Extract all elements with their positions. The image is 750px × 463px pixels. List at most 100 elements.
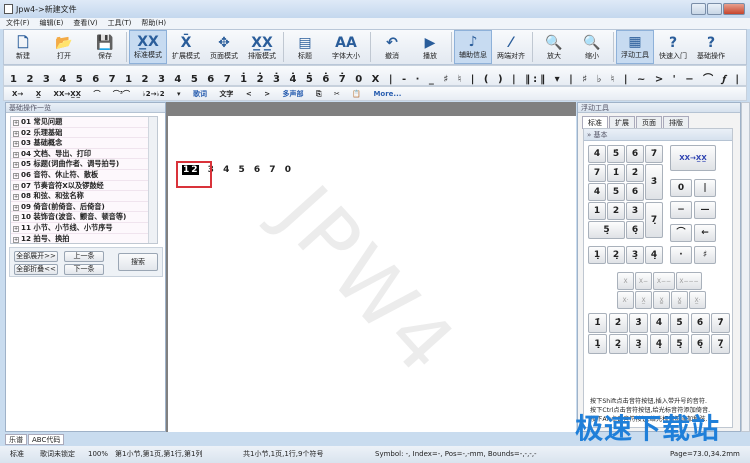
expand-icon[interactable]: + [13, 236, 19, 243]
expand-icon[interactable]: + [13, 215, 19, 222]
tree-item[interactable]: +04 文档、导出、打印 [11, 148, 157, 160]
keypad-key[interactable]: 4̇̇ [649, 313, 669, 333]
aux-info-button[interactable]: ♪ 辅助信息 [454, 30, 492, 64]
keypad-key[interactable]: | [694, 179, 716, 197]
section-header[interactable]: » 基本 [584, 129, 732, 141]
keypad-key[interactable]: 3̇ [645, 164, 663, 200]
paste-icon[interactable]: 📋 [352, 90, 361, 98]
zoom-out-button[interactable]: 🔍 缩小 [573, 30, 611, 64]
layout-mode-button[interactable]: X̲X̲ 排版模式 [243, 30, 281, 64]
expand-icon[interactable]: + [13, 141, 19, 148]
keypad-key[interactable]: — [694, 201, 716, 219]
keypad-key[interactable]: 6̣ [626, 221, 644, 239]
tree-item[interactable]: +10 装饰音(波音、颤音、顿音等) [11, 212, 157, 223]
multi-voice-button[interactable]: 多声部 [283, 90, 304, 98]
keypad-key[interactable]: 3̣̣ [629, 334, 648, 354]
zoom-in-button[interactable]: 🔍 放大 [535, 30, 573, 64]
keypad-key[interactable]: 7̇ [645, 145, 663, 163]
page-mode-button[interactable]: ✥ 页面模式 [205, 30, 243, 64]
keypad-key[interactable]: 3̣ [626, 246, 644, 264]
expand-icon[interactable]: + [13, 225, 19, 232]
expand-icon[interactable]: + [13, 183, 19, 190]
keypad-key[interactable]: − [670, 201, 692, 219]
minimize-button[interactable] [691, 3, 706, 15]
close-button[interactable] [723, 3, 745, 15]
title-button[interactable]: ▤ 标题 [286, 30, 324, 64]
keypad-key[interactable]: 6 [626, 183, 644, 201]
keypad-key[interactable]: 4 [588, 183, 606, 201]
keypad-key[interactable]: 4̣̣ [649, 334, 669, 354]
notes-toolbar[interactable]: 1 2 3 4 5 6 7 1 2 3 4 5 6 7 1̇ 2̇ 3̇ 4̇ … [3, 65, 747, 86]
keypad-key[interactable]: 1̣ [588, 246, 606, 264]
next-button[interactable]: 下一条 [64, 264, 104, 275]
keypad-key[interactable]: 1̇̇ [588, 313, 607, 333]
search-button[interactable]: 搜索 [118, 253, 158, 271]
keypad-key[interactable]: 4̣ [645, 246, 663, 264]
note[interactable]: 7 [269, 165, 275, 175]
tree-item[interactable]: +03 基础概念 [11, 138, 157, 149]
tree-item[interactable]: +07 节奏音符X以及锣鼓经 [11, 180, 157, 192]
keypad-key[interactable]: 7 [588, 164, 606, 182]
expand-icon[interactable]: + [13, 172, 19, 179]
tree-item[interactable]: +08 和弦、和弦名称 [11, 191, 157, 202]
menu-edit[interactable]: 编辑(E) [40, 19, 64, 27]
menu-help[interactable]: 帮助(H) [141, 19, 166, 27]
keypad-key[interactable]: 5 [607, 183, 625, 201]
justify-button[interactable]: ⁄ 两端对齐 [492, 30, 530, 64]
keypad-key[interactable]: X− [635, 272, 652, 290]
note[interactable]: 4 [223, 165, 229, 175]
play-button[interactable]: ▶ 播放 [411, 30, 449, 64]
keypad-key[interactable]: 0 [670, 179, 692, 197]
save-button[interactable]: 💾 保存 [86, 30, 124, 64]
diminuendo-button[interactable]: > [264, 90, 270, 98]
lyrics-button[interactable]: 歌词 [193, 90, 207, 98]
tab-abc-code[interactable]: ABC代码 [28, 434, 65, 445]
keypad-key[interactable]: ← [694, 224, 716, 242]
quick-start-button[interactable]: ? 快速入门 [654, 30, 692, 64]
keypad-key[interactable]: X−−− [676, 272, 702, 290]
expand-icon[interactable]: + [13, 162, 19, 169]
note[interactable]: 6 [254, 165, 260, 175]
tree-item[interactable]: +09 倚音(前倚音、后倚音) [11, 201, 157, 213]
keypad-key[interactable]: 1̇ [607, 164, 625, 182]
tree-item[interactable]: +02 乐理基础 [11, 127, 157, 139]
keypad-key[interactable]: X [617, 272, 634, 290]
keypad-key[interactable]: ⌒ [670, 224, 692, 242]
expand-icon[interactable]: + [13, 120, 19, 126]
more-button[interactable]: More... [373, 90, 401, 98]
crescendo-button[interactable]: < [246, 90, 252, 98]
keypad-key[interactable]: X̲ [635, 291, 652, 309]
keypad-key[interactable]: 4̇ [588, 145, 606, 163]
expand-icon[interactable]: + [13, 204, 19, 211]
extended-mode-button[interactable]: X̄ 扩展模式 [167, 30, 205, 64]
open-folder-button[interactable]: 📂 打开 [42, 30, 86, 64]
tree-item[interactable]: +01 常见问题 [11, 117, 157, 128]
convert-button[interactable]: XX→X̲X̲ [670, 145, 716, 171]
maximize-button[interactable] [707, 3, 722, 15]
slur-button[interactable]: ⌒ [93, 90, 100, 98]
keypad-key[interactable]: 5̇̇ [670, 313, 689, 333]
tab-score[interactable]: 乐谱 [5, 434, 27, 445]
double-underline-convert-button[interactable]: XX→X̲X̲ [54, 90, 81, 98]
expand-all-button[interactable]: 全部展开>> [14, 251, 58, 262]
keypad-key[interactable]: 1 [588, 202, 606, 220]
new-file-button[interactable]: 🗋 新建 [4, 30, 42, 64]
expand-icon[interactable]: + [13, 194, 19, 201]
tree-item[interactable]: +06 音符、休止符、散板 [11, 169, 157, 181]
keypad-key[interactable]: 6̣̣ [690, 334, 710, 354]
keypad-key[interactable]: ♯ [694, 246, 716, 264]
float-tools-button[interactable]: ▦ 浮动工具 [616, 30, 654, 64]
keypad-key[interactable]: 5̣ [588, 221, 625, 239]
basic-ops-button[interactable]: ? 基础操作 [692, 30, 730, 64]
collapse-all-button[interactable]: 全部折叠<< [14, 264, 58, 275]
undo-button[interactable]: ↶ 撤消 [373, 30, 411, 64]
keypad-key[interactable]: 2̣ [607, 246, 625, 264]
tree-item[interactable]: +11 小节、小节线、小节序号 [11, 222, 157, 234]
keypad-key[interactable]: 7̣ [645, 202, 663, 238]
triplet-button[interactable]: ⌒³⌒ [113, 90, 130, 98]
keypad-key[interactable]: 6̇ [626, 145, 644, 163]
standard-mode-button[interactable]: X̲X 标准模式 [129, 30, 167, 64]
keypad-key[interactable]: 7̣̣ [711, 334, 730, 354]
keypad-key[interactable]: 2̇̇ [608, 313, 628, 333]
menu-tools[interactable]: 工具(T) [108, 19, 132, 27]
